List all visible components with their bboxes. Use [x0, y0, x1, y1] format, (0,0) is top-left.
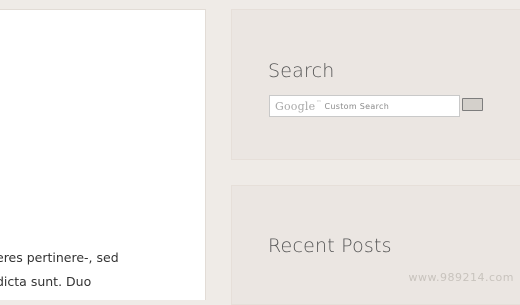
- search-button[interactable]: [462, 98, 483, 111]
- search-widget-title: Search: [268, 60, 335, 82]
- post-body-text: eres pertinere-, sed dicta sunt. Duo: [0, 246, 204, 294]
- watermark: www.989214.com: [408, 271, 514, 284]
- recent-posts-widget: Recent Posts: [231, 185, 520, 305]
- post-body-line: dicta sunt. Duo: [0, 274, 92, 289]
- post-body-line: eres pertinere-, sed: [0, 250, 119, 265]
- google-logo: Google™: [275, 100, 322, 113]
- search-widget: Search Google™ Custom Search: [231, 9, 520, 160]
- recent-posts-title: Recent Posts: [268, 235, 392, 257]
- search-input[interactable]: Google™ Custom Search: [269, 95, 460, 117]
- google-trademark: ™: [316, 99, 322, 106]
- google-logo-text: Google: [275, 99, 316, 113]
- post-content-card: eres pertinere-, sed dicta sunt. Duo: [0, 9, 206, 300]
- search-input-placeholder: Custom Search: [324, 101, 390, 111]
